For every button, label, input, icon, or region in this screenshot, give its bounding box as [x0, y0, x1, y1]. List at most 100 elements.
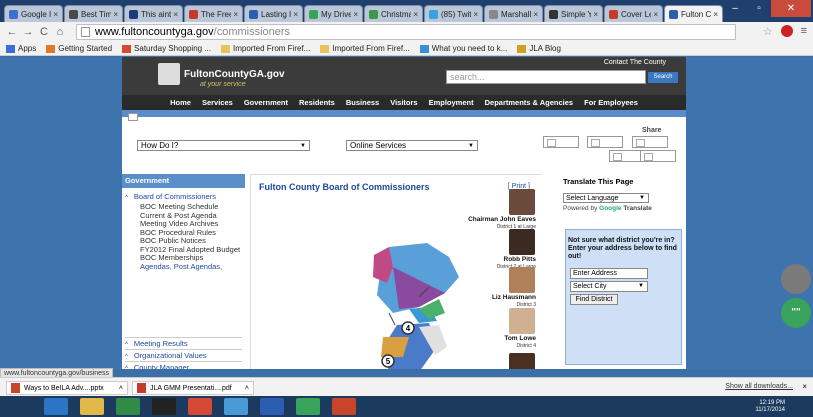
nav-item-for-employees[interactable]: For Employees	[584, 98, 638, 107]
close-shelf-icon[interactable]: ×	[802, 382, 807, 391]
home-button[interactable]: ⌂	[52, 26, 68, 38]
close-tab-icon[interactable]: ×	[413, 10, 418, 19]
maximize-button[interactable]: ▫	[747, 0, 771, 17]
photos-icon[interactable]	[224, 398, 248, 415]
bookmark-item[interactable]: Saturday Shopping ...	[122, 44, 211, 53]
district-map[interactable]: 4 5	[269, 197, 479, 369]
word-icon[interactable]	[260, 398, 284, 415]
sidebar-subitem[interactable]: Agendas, Post Agendas,	[140, 262, 222, 271]
site-logo-title[interactable]: FultonCountyGA.gov	[184, 69, 285, 80]
chevron-up-icon[interactable]: ˄	[245, 385, 249, 392]
how-do-i-select[interactable]: How Do I? ▼	[137, 140, 310, 151]
commissioner-photo[interactable]	[509, 189, 535, 215]
close-tab-icon[interactable]: ×	[713, 10, 718, 19]
bookmark-item[interactable]: Apps	[6, 44, 36, 53]
browser-tab[interactable]: Marshall ×	[484, 5, 543, 22]
share-button[interactable]	[543, 136, 579, 148]
nav-item-business[interactable]: Business	[346, 98, 379, 107]
download-item[interactable]: JLA GMM Presentati....pdf ˄	[132, 381, 254, 395]
show-all-downloads-link[interactable]: Show all downloads...	[725, 383, 793, 390]
extension-icon[interactable]	[780, 25, 793, 37]
chrome-icon[interactable]	[188, 398, 212, 415]
minimize-button[interactable]: –	[723, 0, 747, 17]
language-select[interactable]: Select Language ▼	[563, 193, 649, 203]
reload-button[interactable]: C	[36, 26, 52, 38]
commissioner-photo[interactable]	[509, 267, 535, 293]
browser-tab[interactable]: My Drive ×	[304, 5, 363, 22]
browser-tab[interactable]: Google I ×	[4, 5, 63, 22]
bookmark-item[interactable]: Imported From Firef...	[320, 44, 410, 53]
menu-button[interactable]: ≡	[801, 25, 807, 38]
commissioner-name[interactable]: Robb Pitts	[504, 256, 537, 263]
bookmark-item[interactable]: JLA Blog	[517, 44, 561, 53]
commissioner-photo[interactable]	[509, 353, 535, 369]
sidebar-section[interactable]: ^ County Manager	[125, 363, 189, 369]
nav-item-home[interactable]: Home	[170, 98, 191, 107]
nav-item-services[interactable]: Services	[202, 98, 233, 107]
address-bar[interactable]: www.fultoncountyga.gov/commissioners	[76, 24, 736, 40]
back-button[interactable]: ←	[4, 26, 20, 38]
share-button[interactable]	[587, 136, 623, 148]
browser-tab[interactable]: (85) Twit ×	[424, 5, 483, 22]
share-button[interactable]	[632, 136, 668, 148]
close-tab-icon[interactable]: ×	[653, 10, 658, 19]
commissioner-photo[interactable]	[509, 308, 535, 334]
chevron-up-icon[interactable]: ˄	[119, 385, 123, 392]
commissioner-name[interactable]: Liz Hausmann	[492, 294, 536, 301]
site-search-input[interactable]: search...	[446, 70, 646, 84]
internet-explorer-icon[interactable]	[44, 398, 68, 415]
browser-tab[interactable]: This aint ×	[124, 5, 183, 22]
sidebar-section[interactable]: ^ Board of Commissioners	[125, 192, 216, 201]
nav-item-departments-agencies[interactable]: Departments & Agencies	[485, 98, 574, 107]
commissioner-name[interactable]: Tom Lowe	[504, 335, 536, 342]
bookmark-item[interactable]: What you need to k...	[419, 44, 507, 53]
commissioner-photo[interactable]	[509, 229, 535, 255]
close-tab-icon[interactable]: ×	[113, 10, 118, 19]
tree-logo-icon[interactable]	[158, 63, 180, 85]
close-tab-icon[interactable]: ×	[233, 10, 238, 19]
contact-link[interactable]: Contact The County	[604, 59, 666, 66]
online-services-select[interactable]: Online Services ▼	[346, 140, 478, 151]
powerpoint-icon[interactable]	[332, 398, 356, 415]
browser-tab[interactable]: Lasting I ×	[244, 5, 303, 22]
browser-tab[interactable]: Simple Y ×	[544, 5, 603, 22]
amazon-icon[interactable]	[152, 398, 176, 415]
browser-tab[interactable]: Fulton C ×	[664, 5, 723, 22]
browser-tab[interactable]: The Free ×	[184, 5, 243, 22]
sidebar-section[interactable]: ^ Organizational Values	[125, 351, 207, 360]
commissioner-name[interactable]: Chairman John Eaves	[468, 216, 536, 223]
nav-item-employment[interactable]: Employment	[429, 98, 474, 107]
powered-by-google[interactable]: Powered by Google Translate	[563, 205, 652, 212]
close-tab-icon[interactable]: ×	[593, 10, 598, 19]
forward-button[interactable]: →	[20, 26, 36, 38]
bookmark-star-icon[interactable]: ☆	[763, 25, 773, 38]
sidebar-section[interactable]: ^ Meeting Results	[125, 339, 188, 348]
close-tab-icon[interactable]: ×	[53, 10, 58, 19]
nav-item-visitors[interactable]: Visitors	[390, 98, 417, 107]
site-search-button[interactable]: Search	[648, 72, 678, 83]
browser-tab[interactable]: Cover Le ×	[604, 5, 663, 22]
close-tab-icon[interactable]: ×	[353, 10, 358, 19]
download-item[interactable]: Ways to BeILA Adv....pptx ˄	[6, 381, 128, 395]
browser-tab[interactable]: Best Tim ×	[64, 5, 123, 22]
bookmark-item[interactable]: Getting Started	[46, 44, 112, 53]
hangouts-bubble[interactable]: ""	[781, 298, 811, 328]
close-tab-icon[interactable]: ×	[473, 10, 478, 19]
close-tab-icon[interactable]: ×	[533, 10, 538, 19]
chat-head-avatar[interactable]	[781, 264, 811, 294]
system-clock[interactable]: 12:19 PM 11/17/2014	[755, 400, 785, 414]
nav-item-government[interactable]: Government	[244, 98, 288, 107]
city-select[interactable]: Select City ▼	[570, 281, 648, 292]
close-tab-icon[interactable]: ×	[173, 10, 178, 19]
find-district-button[interactable]: Find District	[570, 294, 618, 305]
close-window-button[interactable]: ✕	[771, 0, 811, 17]
address-input[interactable]: Enter Address	[570, 268, 648, 279]
hangouts-icon[interactable]	[296, 398, 320, 415]
close-tab-icon[interactable]: ×	[293, 10, 298, 19]
store-icon[interactable]	[116, 398, 140, 415]
share-button[interactable]	[640, 150, 676, 162]
nav-item-residents[interactable]: Residents	[299, 98, 335, 107]
browser-tab[interactable]: Christmas×	[364, 5, 423, 22]
windows-start-icon[interactable]	[8, 398, 32, 415]
bookmark-item[interactable]: Imported From Firef...	[221, 44, 310, 53]
